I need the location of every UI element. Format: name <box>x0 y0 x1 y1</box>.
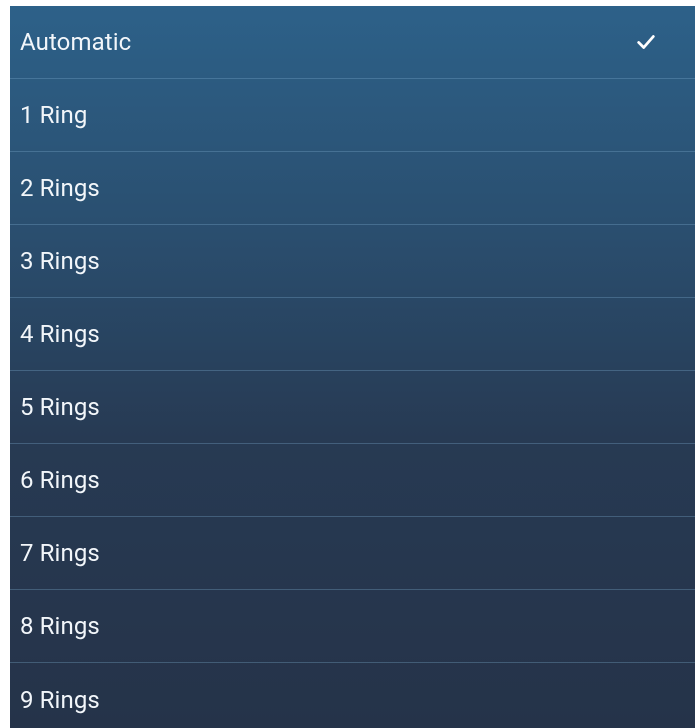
option-label: 2 Rings <box>20 174 100 202</box>
check-icon <box>637 35 655 49</box>
option-label: Automatic <box>20 28 132 56</box>
option-4-rings[interactable]: 4 Rings <box>10 298 695 371</box>
option-7-rings[interactable]: 7 Rings <box>10 517 695 590</box>
option-2-rings[interactable]: 2 Rings <box>10 152 695 225</box>
option-8-rings[interactable]: 8 Rings <box>10 590 695 663</box>
option-3-rings[interactable]: 3 Rings <box>10 225 695 298</box>
option-label: 8 Rings <box>20 612 100 640</box>
option-label: 7 Rings <box>20 539 100 567</box>
option-label: 3 Rings <box>20 247 100 275</box>
option-6-rings[interactable]: 6 Rings <box>10 444 695 517</box>
option-automatic[interactable]: Automatic <box>10 6 695 79</box>
option-9-rings[interactable]: 9 Rings <box>10 663 695 728</box>
option-label: 9 Rings <box>20 685 100 714</box>
option-label: 6 Rings <box>20 466 100 494</box>
option-label: 5 Rings <box>20 393 100 421</box>
option-label: 1 Ring <box>20 101 88 129</box>
option-1-ring[interactable]: 1 Ring <box>10 79 695 152</box>
rings-option-list: Automatic 1 Ring 2 Rings 3 Rings 4 Rings… <box>10 6 695 728</box>
option-5-rings[interactable]: 5 Rings <box>10 371 695 444</box>
option-label: 4 Rings <box>20 320 100 348</box>
